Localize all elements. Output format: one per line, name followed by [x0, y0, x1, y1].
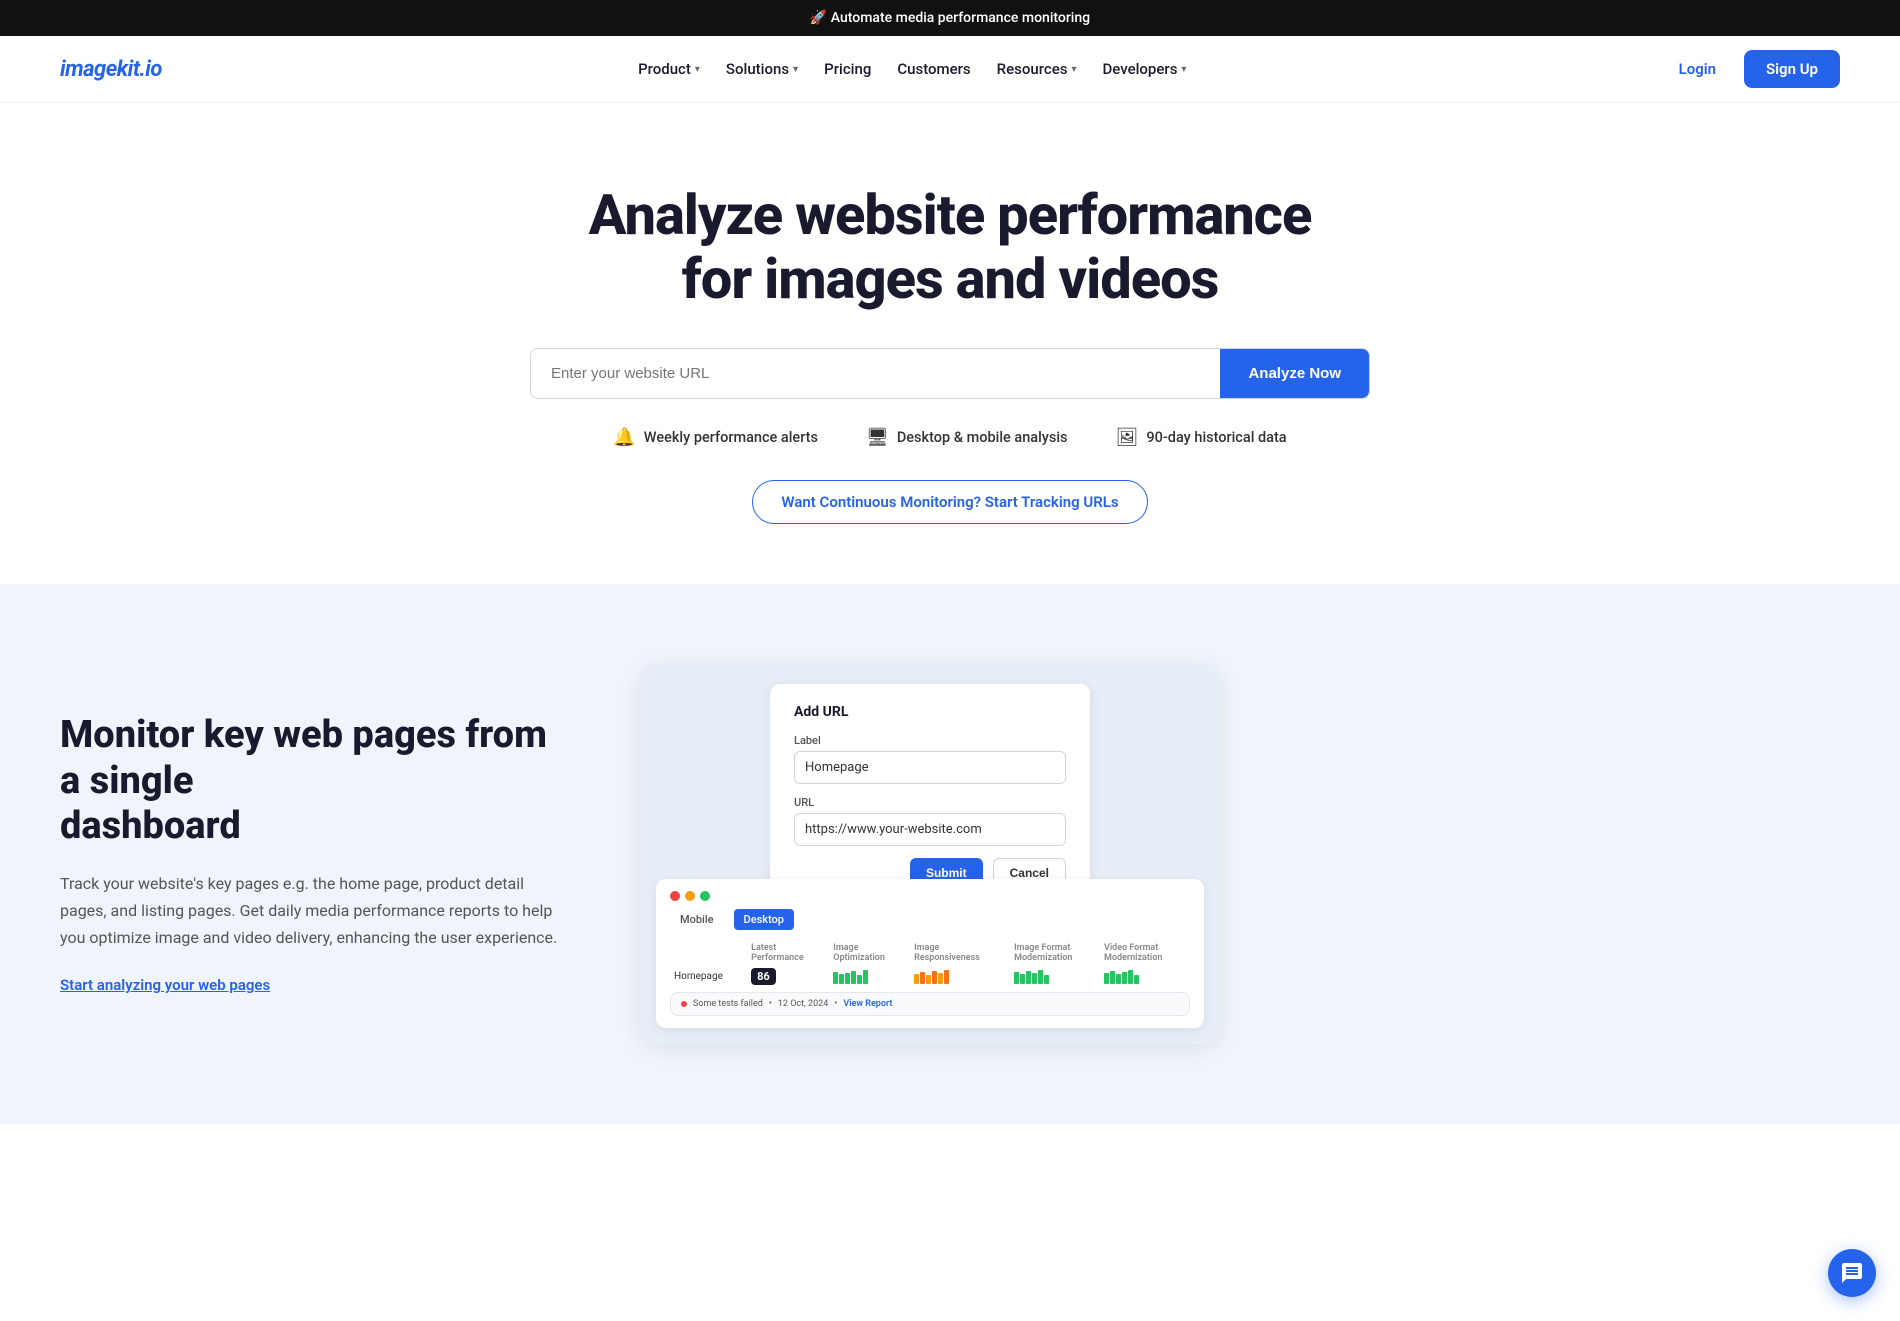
tooltip-text: Some tests failed	[693, 999, 763, 1009]
nav-product[interactable]: Product ▾	[628, 54, 710, 84]
chat-bubble[interactable]	[1828, 1249, 1876, 1297]
feature-heading: Monitor key web pages from a single dash…	[60, 713, 560, 850]
url-field-input[interactable]: https://www.your-website.com	[794, 813, 1066, 846]
feature-desktop-mobile: 🖥 Desktop & mobile analysis	[866, 427, 1068, 448]
top-banner: 🚀 Automate media performance monitoring	[0, 0, 1900, 36]
url-input-row: Analyze Now	[530, 348, 1370, 399]
tooltip-date-value: 12 Oct, 2024	[778, 999, 828, 1009]
hero-section: Analyze website performance for images a…	[0, 103, 1900, 584]
col-img-fmt: Image FormatModernization	[1010, 940, 1100, 966]
col-img-resp: ImageResponsiveness	[910, 940, 1010, 966]
traffic-lights	[670, 891, 1190, 901]
row-score: 86	[747, 966, 829, 988]
hero-heading: Analyze website performance for images a…	[550, 183, 1350, 312]
performance-table: LatestPerformance ImageOptimization Imag…	[670, 940, 1190, 988]
label-field-label: Label	[794, 734, 1066, 747]
bell-icon: 🔔	[613, 427, 635, 448]
chevron-down-icon: ▾	[1071, 64, 1076, 75]
tooltip-date: •	[769, 999, 772, 1009]
add-url-title: Add URL	[794, 704, 1066, 720]
analyze-button[interactable]: Analyze Now	[1220, 349, 1369, 398]
navigation: imagekit.io Product ▾ Solutions ▾ Pricin…	[0, 36, 1900, 103]
row-img-fmt	[1010, 966, 1100, 988]
tooltip-bubble: Some tests failed • 12 Oct, 2024 • View …	[670, 992, 1190, 1016]
tooltip-view-report[interactable]: View Report	[843, 999, 892, 1009]
tl-red	[670, 891, 680, 901]
performance-table-card: Mobile Desktop LatestPerformance ImageOp…	[656, 879, 1204, 1028]
url-field-label: URL	[794, 796, 1066, 809]
feature-text: Monitor key web pages from a single dash…	[60, 713, 560, 994]
feature-link[interactable]: Start analyzing your web pages	[60, 976, 270, 994]
table-row: Homepage 86	[670, 966, 1190, 988]
hero-features: 🔔 Weekly performance alerts 🖥 Desktop & …	[20, 427, 1880, 448]
feature-section: Monitor key web pages from a single dash…	[0, 584, 1900, 1124]
cta-tracking-button[interactable]: Want Continuous Monitoring? Start Tracki…	[752, 480, 1147, 524]
nav-developers[interactable]: Developers ▾	[1092, 54, 1196, 84]
nav-links: Product ▾ Solutions ▾ Pricing Customers …	[628, 54, 1196, 84]
nav-solutions[interactable]: Solutions ▾	[716, 54, 808, 84]
col-vid-fmt: Video FormatModernization	[1100, 940, 1190, 966]
label-input[interactable]: Homepage	[794, 751, 1066, 784]
image-icon: 🖼	[1116, 427, 1139, 448]
tooltip-separator: •	[834, 999, 837, 1009]
nav-actions: Login Sign Up	[1663, 50, 1840, 88]
tab-row: Mobile Desktop	[670, 909, 1190, 930]
tl-yellow	[685, 891, 695, 901]
feature-alerts: 🔔 Weekly performance alerts	[613, 427, 818, 448]
tooltip-dot	[681, 1001, 687, 1007]
add-url-card: Add URL Label Homepage URL https://www.y…	[770, 684, 1090, 908]
col-latest: LatestPerformance	[747, 940, 829, 966]
col-page	[670, 940, 747, 966]
row-img-opt	[829, 966, 910, 988]
signup-button[interactable]: Sign Up	[1744, 50, 1840, 88]
row-vid-fmt	[1100, 966, 1190, 988]
tl-green	[700, 891, 710, 901]
tab-mobile[interactable]: Mobile	[670, 909, 724, 930]
nav-resources[interactable]: Resources ▾	[987, 54, 1087, 84]
col-img-opt: ImageOptimization	[829, 940, 910, 966]
row-img-resp	[910, 966, 1010, 988]
chevron-down-icon: ▾	[695, 64, 700, 75]
dashboard-mockup: Add URL Label Homepage URL https://www.y…	[640, 664, 1220, 1044]
nav-pricing[interactable]: Pricing	[814, 54, 881, 84]
login-button[interactable]: Login	[1663, 52, 1732, 86]
nav-customers[interactable]: Customers	[887, 54, 980, 84]
chevron-down-icon: ▾	[793, 64, 798, 75]
chevron-down-icon: ▾	[1181, 64, 1186, 75]
row-label: Homepage	[670, 966, 747, 988]
feature-description: Track your website's key pages e.g. the …	[60, 870, 560, 952]
feature-historical: 🖼 90-day historical data	[1116, 427, 1287, 448]
banner-text: 🚀 Automate media performance monitoring	[810, 10, 1090, 26]
url-input[interactable]	[531, 349, 1220, 398]
chat-icon	[1840, 1261, 1864, 1285]
monitor-icon: 🖥	[866, 427, 889, 448]
tab-desktop[interactable]: Desktop	[734, 909, 794, 930]
logo[interactable]: imagekit.io	[60, 57, 162, 82]
